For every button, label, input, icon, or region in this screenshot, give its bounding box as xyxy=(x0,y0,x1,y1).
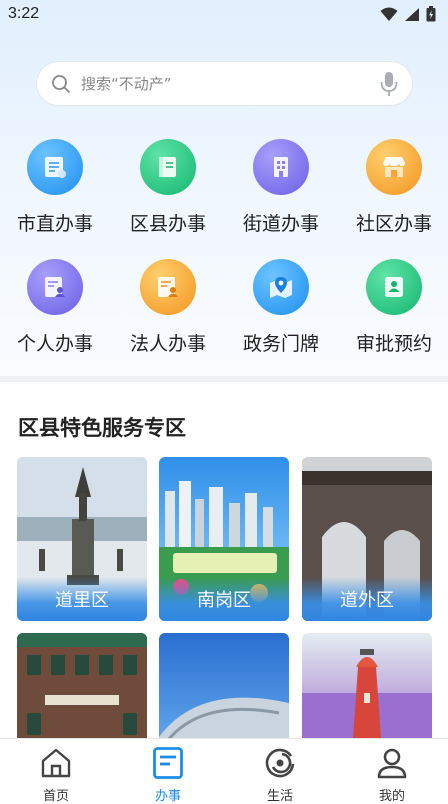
service-city-affairs[interactable]: 市直办事 xyxy=(0,139,111,249)
service-community-affairs[interactable]: 社区办事 xyxy=(338,139,448,249)
corporate-document-icon xyxy=(140,259,196,315)
service-label: 区县办事 xyxy=(129,213,206,235)
windmill-lavender-image xyxy=(302,649,432,738)
tab-life[interactable]: 生活 xyxy=(224,739,336,804)
historic-building-image xyxy=(17,633,147,738)
district-services-section: 区县特色服务专区 道里区 南岗区 道外区 xyxy=(0,382,448,738)
service-district-affairs[interactable]: 区县办事 xyxy=(112,139,224,249)
district-card-4[interactable] xyxy=(17,633,147,738)
building-icon xyxy=(253,139,309,195)
service-label: 法人办事 xyxy=(129,333,206,355)
appointment-card-icon xyxy=(366,259,422,315)
tab-label: 首页 xyxy=(42,789,69,804)
search-input[interactable]: 搜索“不动产” xyxy=(81,73,380,94)
service-label: 政务门牌 xyxy=(242,333,319,355)
battery-icon xyxy=(426,6,436,22)
refresh-circle-icon xyxy=(263,746,297,780)
bottom-tab-bar: 首页 办事 生活 我的 xyxy=(0,738,448,804)
service-corporate-affairs[interactable]: 法人办事 xyxy=(112,259,224,369)
service-doorplate[interactable]: 政务门牌 xyxy=(225,259,337,369)
storefront-icon xyxy=(366,139,422,195)
district-card-daoli[interactable]: 道里区 xyxy=(17,457,147,621)
home-icon xyxy=(39,746,73,780)
district-card-label: 南岗区 xyxy=(159,577,289,621)
service-label: 市直办事 xyxy=(16,213,93,235)
tab-home[interactable]: 首页 xyxy=(0,739,112,804)
microphone-icon[interactable] xyxy=(380,71,398,97)
search-bar[interactable]: 搜索“不动产” xyxy=(36,61,413,106)
district-card-6[interactable] xyxy=(302,633,432,738)
tab-label: 生活 xyxy=(266,789,293,804)
status-time: 3:22 xyxy=(8,5,40,22)
modern-architecture-image xyxy=(159,697,289,738)
tab-label: 办事 xyxy=(154,789,181,804)
document-list-icon xyxy=(27,139,83,195)
service-approval-booking[interactable]: 审批预约 xyxy=(338,259,448,369)
document-icon xyxy=(151,746,185,780)
wifi-icon xyxy=(380,7,398,21)
cellular-signal-icon xyxy=(405,7,419,21)
service-street-affairs[interactable]: 街道办事 xyxy=(225,139,337,249)
service-label: 审批预约 xyxy=(355,333,432,355)
map-pin-icon xyxy=(253,259,309,315)
district-card-label: 道里区 xyxy=(17,577,147,621)
district-card-nangang[interactable]: 南岗区 xyxy=(159,457,289,621)
service-label: 街道办事 xyxy=(242,213,319,235)
tab-label: 我的 xyxy=(378,789,405,804)
service-label: 社区办事 xyxy=(355,213,432,235)
district-card-label: 道外区 xyxy=(302,577,432,621)
tab-mine[interactable]: 我的 xyxy=(336,739,448,804)
district-card-daowai[interactable]: 道外区 xyxy=(302,457,432,621)
user-icon xyxy=(375,746,409,780)
service-personal-affairs[interactable]: 个人办事 xyxy=(0,259,111,369)
search-icon xyxy=(52,74,70,93)
tab-affairs[interactable]: 办事 xyxy=(112,739,224,804)
status-icons xyxy=(380,6,436,22)
district-card-5[interactable] xyxy=(159,633,289,738)
section-title: 区县特色服务专区 xyxy=(18,416,186,440)
person-card-icon xyxy=(27,259,83,315)
status-bar: 3:22 xyxy=(0,0,448,28)
service-label: 个人办事 xyxy=(16,333,93,355)
book-icon xyxy=(140,139,196,195)
